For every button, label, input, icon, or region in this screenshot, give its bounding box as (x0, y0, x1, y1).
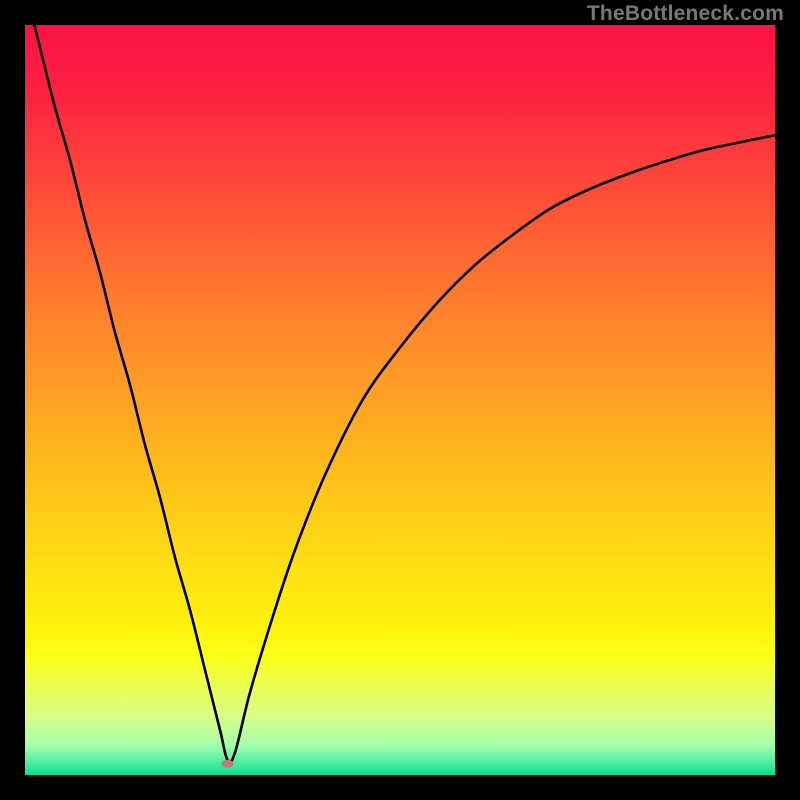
curve-layer (25, 25, 775, 775)
bottleneck-curve-path (25, 25, 775, 762)
chart-container: TheBottleneck.com (0, 0, 800, 800)
plot-area (25, 25, 775, 775)
minimum-marker (222, 760, 234, 768)
watermark-text: TheBottleneck.com (587, 2, 784, 26)
